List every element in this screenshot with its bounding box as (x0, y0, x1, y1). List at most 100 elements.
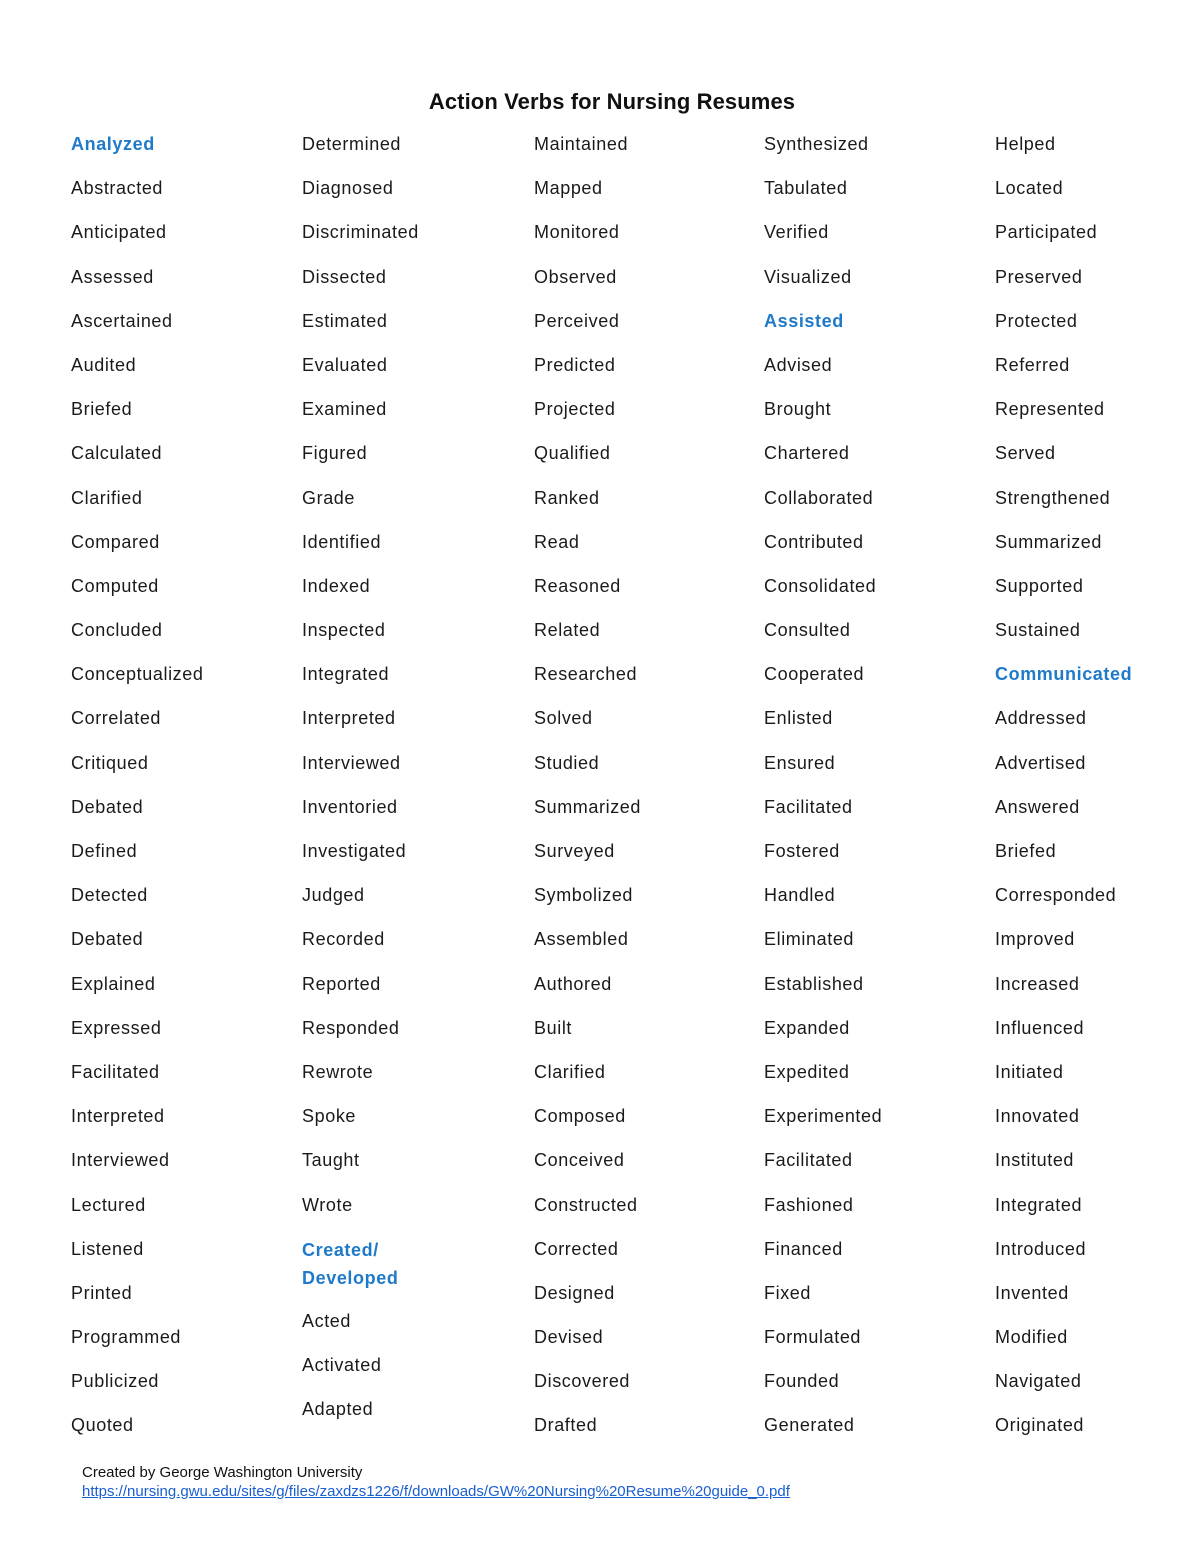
verb-item: Fixed (764, 1282, 812, 1303)
verb-item: Expressed (71, 1017, 162, 1038)
verb-item: Supported (995, 575, 1084, 596)
verb-item: Debated (71, 929, 144, 950)
verb-item: Ranked (534, 487, 600, 508)
verb-item: Calculated (71, 443, 163, 464)
verb-item: Integrated (995, 1194, 1083, 1215)
verb-item: Strengthened (995, 487, 1111, 508)
verb-item: Programmed (71, 1327, 182, 1348)
verb-item: Quoted (71, 1415, 134, 1436)
verb-item: Answered (995, 796, 1080, 817)
verb-item: Contributed (764, 531, 864, 552)
verb-item: Read (534, 531, 580, 552)
verb-item: Enlisted (764, 708, 833, 729)
verb-item: Computed (71, 575, 159, 596)
verb-item: Listened (71, 1238, 144, 1259)
verb-item: Fashioned (764, 1194, 854, 1215)
verb-item: Observed (534, 266, 617, 287)
verb-item: Interpreted (302, 708, 396, 729)
verb-item: Reasoned (534, 575, 621, 596)
verb-item: Modified (995, 1327, 1068, 1348)
verb-item: Participated (995, 222, 1098, 243)
verb-item: Figured (302, 443, 368, 464)
verb-item: Corrected (534, 1238, 619, 1259)
verb-item: Navigated (995, 1371, 1082, 1392)
verb-item: Lectured (71, 1194, 146, 1215)
verb-item: Initiated (995, 1061, 1064, 1082)
verb-item: Printed (71, 1282, 133, 1303)
verb-item: Discovered (534, 1371, 631, 1392)
verb-item: Discriminated (302, 222, 419, 243)
verb-item: Referred (995, 354, 1070, 375)
verb-item: Symbolized (534, 885, 634, 906)
verb-item: Preserved (995, 266, 1083, 287)
footer-credit: Created by George Washington University (82, 1464, 363, 1481)
verb-item: Helped (995, 134, 1056, 154)
verb-item: Constructed (534, 1194, 638, 1215)
category-heading: Analyzed (71, 134, 155, 154)
verb-item: Tabulated (764, 178, 848, 199)
verb-item: Inspected (302, 620, 386, 641)
verb-column-4: Synthesized Tabulated Verified Visualized As… (764, 131, 989, 1457)
verb-item: Expedited (764, 1061, 850, 1082)
verb-item: Estimated (302, 310, 388, 331)
verb-item: Judged (302, 885, 365, 906)
verb-item: Advised (764, 354, 833, 375)
verb-item: Visualized (764, 266, 852, 287)
verb-item: Concluded (71, 620, 163, 641)
verb-item: Clarified (534, 1061, 606, 1082)
verb-item: Established (764, 973, 864, 994)
verb-item: Consolidated (764, 575, 877, 596)
verb-item: Formulated (764, 1327, 862, 1348)
verb-item: Drafted (534, 1415, 598, 1436)
verb-item: Improved (995, 929, 1075, 950)
verb-item: Compared (71, 531, 160, 552)
verb-item: Experimented (764, 1106, 883, 1127)
verb-item: Eliminated (764, 929, 855, 950)
verb-item: Integrated (302, 664, 390, 685)
verb-item: Projected (534, 399, 616, 420)
verb-column-2: Determined Diagnosed Discriminated Dissecte… (302, 131, 527, 1440)
verb-item: Located (995, 178, 1064, 199)
verb-item: Grade (302, 487, 356, 508)
verb-item: Increased (995, 973, 1080, 994)
verb-item: Predicted (534, 354, 616, 375)
verb-item: Recorded (302, 929, 385, 950)
verb-item: Studied (534, 752, 600, 773)
verb-item: Brought (764, 399, 832, 420)
verb-item: Defined (71, 841, 138, 861)
verb-item: Abstracted (71, 178, 164, 199)
verb-item: Expanded (764, 1017, 850, 1038)
verb-item: Instituted (995, 1150, 1075, 1171)
verb-item: Wrote (302, 1194, 353, 1215)
verb-item: Interviewed (71, 1150, 170, 1171)
verb-item: Interviewed (302, 752, 401, 773)
verb-item: Served (995, 443, 1056, 464)
verb-item: Inventoried (302, 796, 398, 817)
verb-item: Interpreted (71, 1106, 165, 1127)
verb-item: Facilitated (71, 1061, 160, 1082)
verb-item: Diagnosed (302, 178, 394, 199)
verb-item: Synthesized (764, 134, 869, 154)
verb-item: Verified (764, 222, 829, 243)
category-heading: Communicated (995, 664, 1133, 685)
verb-item: Surveyed (534, 841, 615, 861)
verb-item: Qualified (534, 443, 611, 464)
category-heading: Created/ Developed (302, 1239, 399, 1288)
footer: Created by George Washington University … (82, 1463, 790, 1501)
verb-item: Founded (764, 1371, 840, 1392)
verb-item: Detected (71, 885, 148, 906)
verb-item: Advertised (995, 752, 1087, 773)
verb-item: Addressed (995, 708, 1087, 729)
verb-item: Rewrote (302, 1061, 374, 1082)
verb-item: Built (534, 1017, 573, 1038)
verb-item: Audited (71, 354, 137, 375)
source-link[interactable]: https://nursing.gwu.edu/sites/g/files/za… (82, 1483, 790, 1500)
verb-item: Adapted (302, 1399, 374, 1420)
verb-item: Summarized (995, 531, 1103, 552)
verb-item: Correlated (71, 708, 162, 729)
verb-item: Related (534, 620, 601, 641)
verb-column-5: Helped Located Participated Preserved Protec… (995, 131, 1200, 1457)
verb-item: Publicized (71, 1371, 160, 1392)
verb-item: Handled (764, 885, 836, 906)
verb-item: Evaluated (302, 354, 388, 375)
